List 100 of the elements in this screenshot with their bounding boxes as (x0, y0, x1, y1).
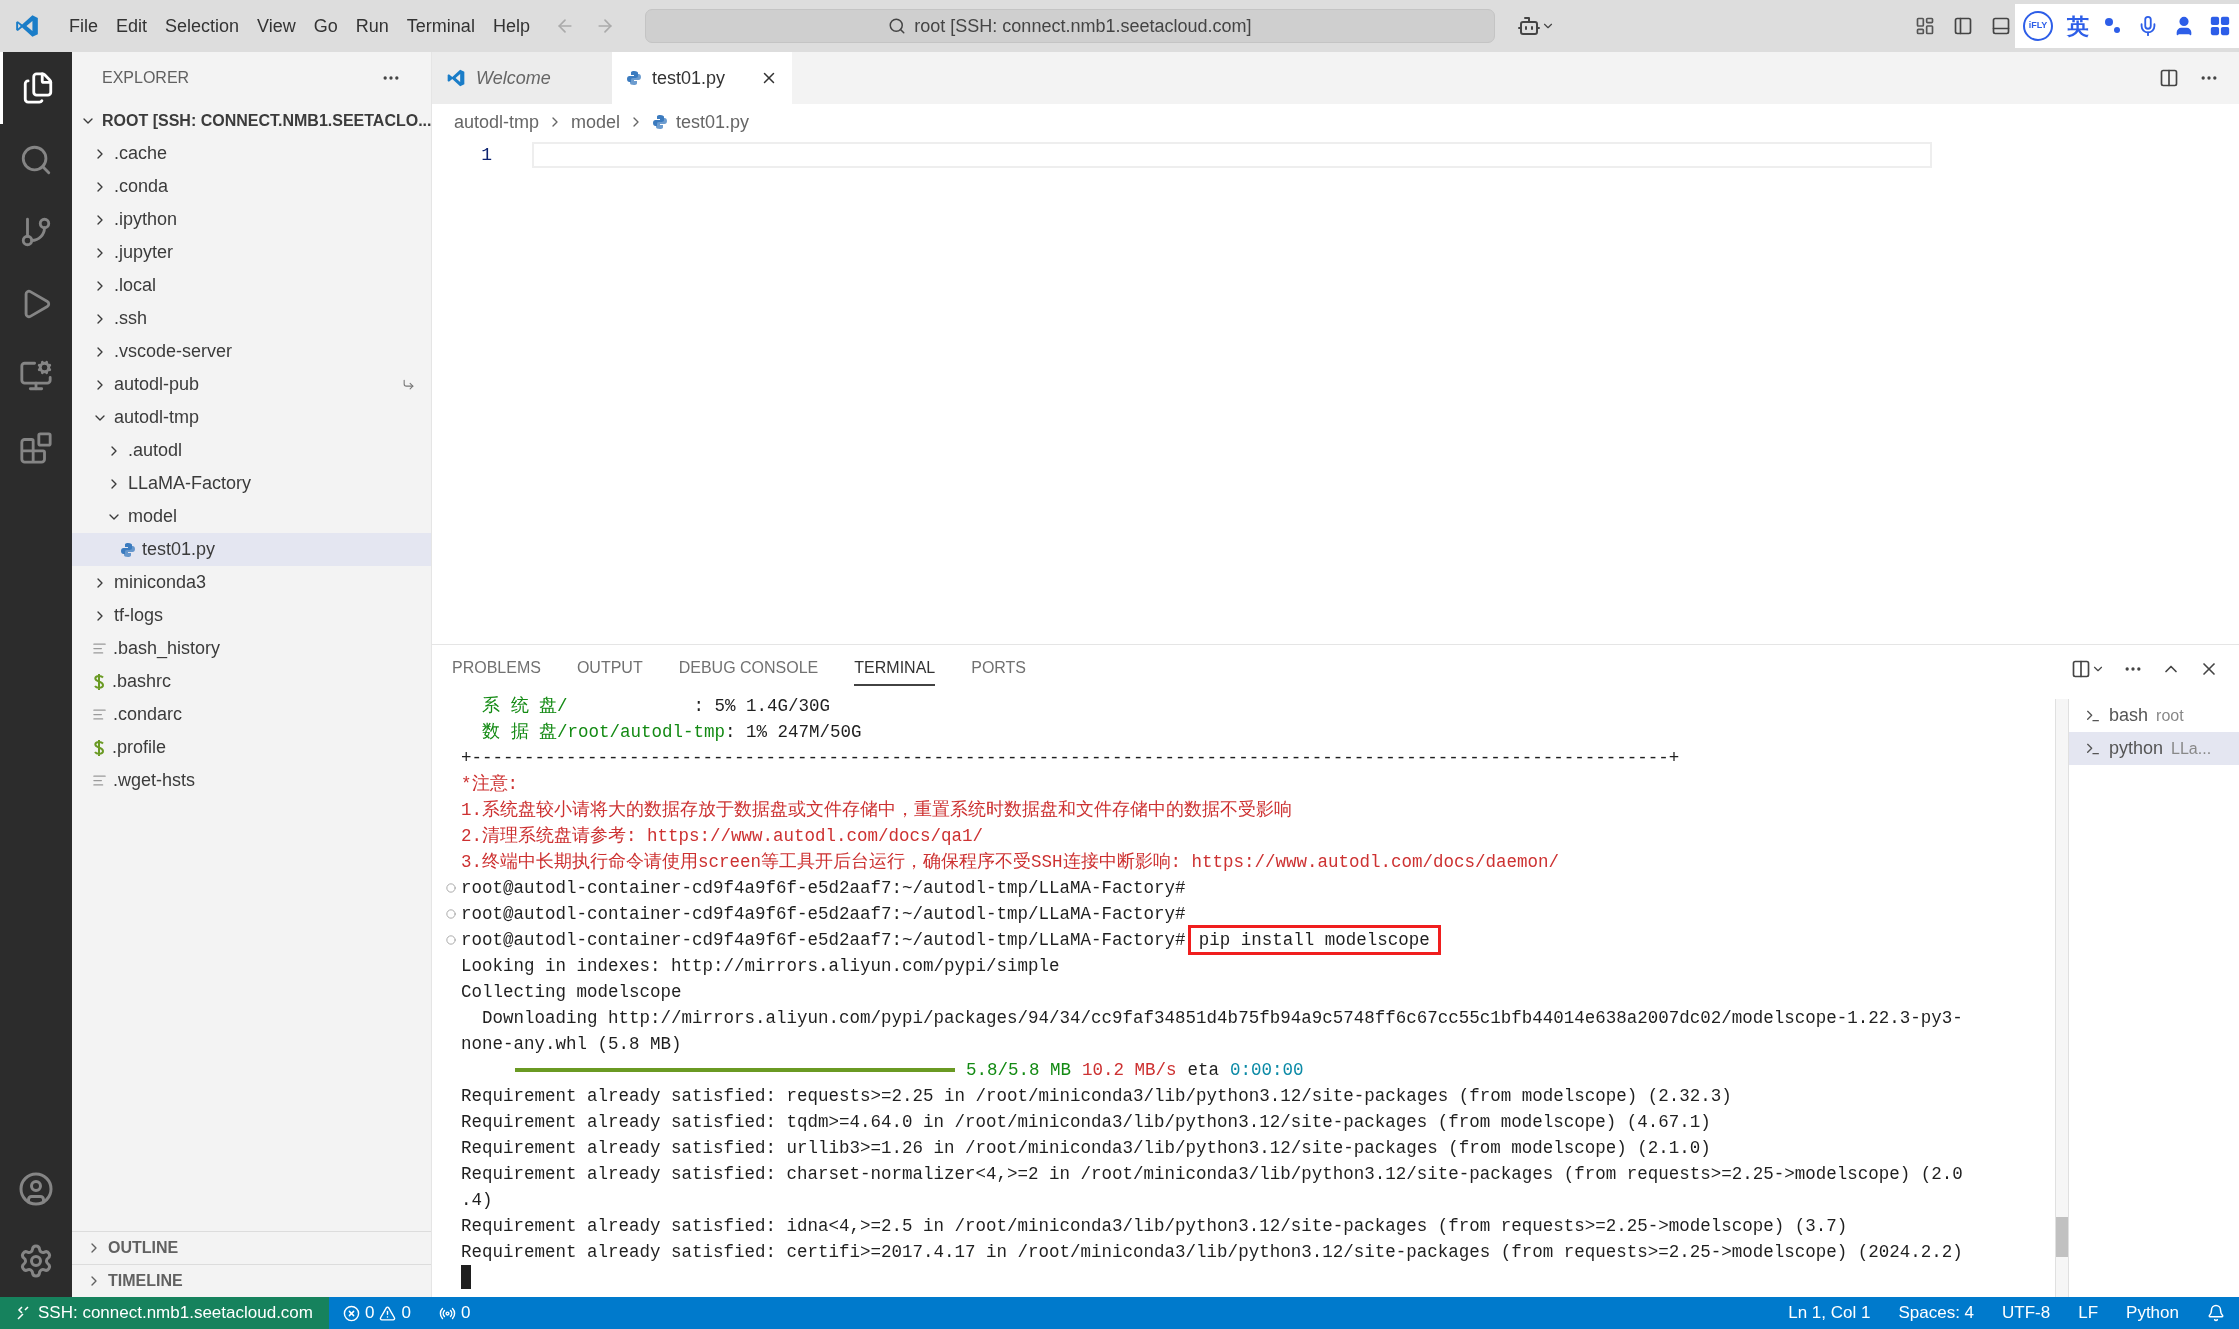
python-icon (120, 541, 136, 558)
tree-item[interactable]: test01.py (72, 533, 431, 566)
menu-item[interactable]: Selection (156, 12, 249, 40)
tree-item[interactable]: .wget-hsts (72, 764, 431, 797)
terminal-list-item[interactable]: python LLa... (2069, 732, 2239, 765)
tree-item[interactable]: .local (72, 269, 431, 302)
panel-tab[interactable]: OUTPUT (576, 652, 643, 686)
dollar-icon (93, 738, 105, 757)
tree-item[interactable]: .cache (72, 137, 431, 170)
layout-icon[interactable] (1915, 16, 1935, 36)
split-terminal-icon[interactable] (2071, 659, 2091, 679)
tree-item[interactable]: .profile (72, 731, 431, 764)
punctuation-icon[interactable] (2103, 16, 2123, 36)
terminal-line: Requirement already satisfied: charset-normalizer<4,>=2 in /root/miniconda3/lib/python3.12/site-packages (from requests>=2.25->modelscope) (2.0 (461, 1163, 1964, 1186)
tree-item[interactable]: .bashrc (72, 665, 431, 698)
problems-status[interactable]: 0 0 (329, 1300, 425, 1326)
app-logo-icon (446, 68, 466, 88)
robot-icon[interactable] (1516, 14, 1541, 38)
lines-icon (92, 707, 107, 722)
command-marker-icon[interactable] (446, 883, 456, 893)
branch-icon[interactable] (19, 215, 53, 249)
settings-icon[interactable] (18, 1243, 54, 1279)
terminal-line: Requirement already satisfied: idna<4,>=2.5 in /root/miniconda3/lib/python3.12/site-packages (from requests>=2.25->modelscope) (3.7) (461, 1215, 1849, 1238)
tree-item[interactable]: .vscode-server (72, 335, 431, 368)
ime-badge[interactable]: iFLY (2023, 11, 2053, 41)
search-icon[interactable] (19, 143, 53, 177)
command-text: pip install modelscope (1187, 925, 1441, 955)
status-item[interactable]: UTF-8 (1988, 1300, 2065, 1326)
sidebar-title: EXPLORER (102, 68, 190, 88)
error-icon (343, 1304, 360, 1322)
extensions-icon[interactable] (19, 431, 53, 465)
panel-tab[interactable]: PORTS (971, 652, 1027, 686)
menu-item[interactable]: Go (304, 12, 347, 40)
editor-tab[interactable]: test01.py (612, 52, 792, 104)
editor-tab[interactable]: Welcome (432, 52, 612, 104)
tree-item[interactable]: LLaMA-Factory (72, 467, 431, 500)
ports-status[interactable]: 0 (424, 1300, 485, 1326)
menu-item[interactable]: Run (346, 12, 398, 40)
python-icon (652, 114, 669, 130)
tree-item[interactable]: .ssh (72, 302, 431, 335)
lines-icon (92, 773, 107, 788)
breadcrumb-item[interactable]: test01.py (676, 108, 750, 136)
tree-item[interactable]: autodl-pub (72, 368, 431, 401)
tree-item[interactable]: .autodl (72, 434, 431, 467)
menu-item[interactable]: Terminal (397, 12, 484, 40)
status-item[interactable]: Ln 1, Col 1 (1774, 1300, 1885, 1326)
symlink-icon (402, 378, 415, 391)
prompt-text: root@autodl-container-cd9f4a9f6f-e5d2aaf7:~/autodl-tmp/LLaMA-Factory# (461, 877, 1186, 900)
command-marker-icon[interactable] (446, 909, 456, 919)
terminal-line: 3.终端中长期执行命令请使用screen等工具开后台运行，确保程序不受SSH连接中断影响: https://www.autodl.com/docs/daemon/ (461, 851, 1561, 874)
tree-root[interactable]: ROOT [SSH: CONNECT.NMB1.SEETACLO... (72, 104, 431, 137)
tree-item[interactable]: miniconda3 (72, 566, 431, 599)
panel-bottom-icon[interactable] (1991, 16, 2011, 36)
tree-item[interactable]: .jupyter (72, 236, 431, 269)
menu-item[interactable]: Help (483, 12, 539, 40)
grid-icon[interactable] (2209, 15, 2231, 37)
tree-item[interactable]: tf-logs (72, 599, 431, 632)
terminal-line: Collecting modelscope (461, 981, 683, 1004)
breadcrumb-item[interactable]: autodl-tmp (454, 108, 540, 136)
terminal-cursor (461, 1265, 471, 1289)
progress-text: eta (1187, 1059, 1220, 1082)
lines-icon (92, 641, 107, 656)
terminal-line: .4) (461, 1189, 494, 1212)
warning-icon (379, 1304, 397, 1322)
tree-item[interactable]: .condarc (72, 698, 431, 731)
notifications-icon[interactable] (2207, 1304, 2225, 1322)
terminal-line: none-any.whl (5.8 MB) (461, 1033, 683, 1056)
status-item[interactable]: LF (2064, 1300, 2113, 1326)
account-icon[interactable] (18, 1171, 54, 1207)
search-icon (888, 17, 907, 35)
tree-item[interactable]: .bash_history (72, 632, 431, 665)
progress-text: 5.8/5.8 MB (966, 1059, 1072, 1082)
panel-tab[interactable]: TERMINAL (854, 652, 936, 686)
breadcrumb-item[interactable]: model (571, 108, 621, 136)
menu-item[interactable]: Edit (107, 12, 157, 40)
terminal-line: 2.清理系统盘请参考: https://www.autodl.com/docs/qa1/ (461, 825, 985, 848)
section-header[interactable]: OUTLINE (72, 1231, 431, 1264)
remote-explorer-icon[interactable] (19, 359, 53, 393)
line-number: 1 (480, 144, 492, 167)
panel-left-icon[interactable] (1953, 16, 1973, 36)
tree-item[interactable]: model (72, 500, 431, 533)
terminal-line: Requirement already satisfied: tqdm>=4.64.0 in /root/miniconda3/lib/python3.12/site-packages (from modelscope) (4.67.1) (461, 1111, 1712, 1134)
terminal-list-item[interactable]: bash root (2069, 699, 2239, 732)
status-item[interactable]: Spaces: 4 (1884, 1300, 1989, 1326)
command-marker-icon[interactable] (446, 935, 456, 945)
ime-language[interactable]: 英 (2067, 9, 2089, 43)
terminal-line: Requirement already satisfied: requests>=2.25 in /root/miniconda3/lib/python3.12/site-packages (from modelscope) (2.32.3) (461, 1085, 1733, 1108)
split-editor-icon[interactable] (2159, 68, 2179, 88)
terminal-line: +------------------------------------------------------------------------------------------------------------------+ (461, 747, 1681, 770)
panel-tab[interactable]: PROBLEMS (452, 652, 541, 686)
tree-item[interactable]: .ipython (72, 203, 431, 236)
command-center[interactable]: root [SSH: connect.nmb1.seetacloud.com] (644, 9, 1495, 43)
menu-item[interactable]: File (60, 12, 107, 40)
panel-tab[interactable]: DEBUG CONSOLE (678, 652, 819, 686)
menu-item[interactable]: View (248, 12, 305, 40)
status-item[interactable]: Python (2112, 1300, 2193, 1326)
tree-item[interactable]: autodl-tmp (72, 401, 431, 434)
prompt-text: root@autodl-container-cd9f4a9f6f-e5d2aaf7:~/autodl-tmp/LLaMA-Factory# (461, 929, 1186, 952)
remote-indicator[interactable]: SSH: connect.nmb1.seetacloud.com (0, 1297, 329, 1329)
tree-item[interactable]: .conda (72, 170, 431, 203)
